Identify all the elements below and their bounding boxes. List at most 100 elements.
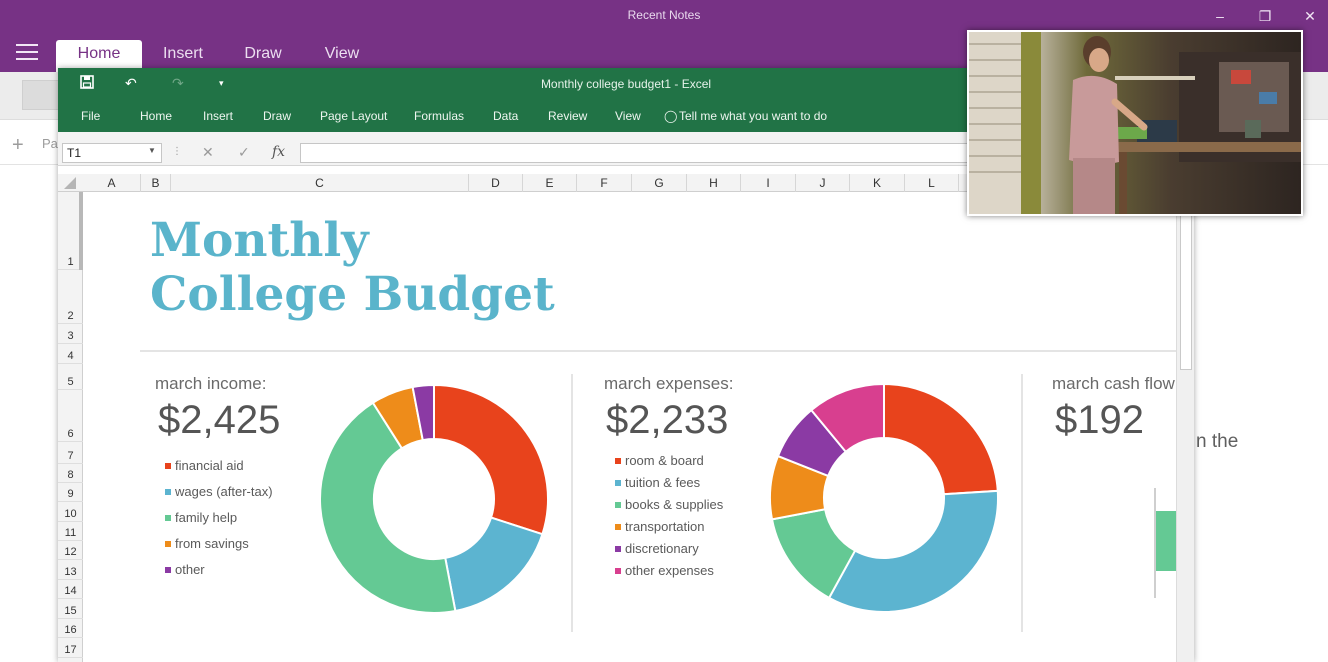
- row-header[interactable]: 16: [58, 619, 83, 638]
- column-header-e[interactable]: E: [523, 174, 577, 192]
- column-header-b[interactable]: B: [141, 174, 171, 192]
- column-header-a[interactable]: A: [83, 174, 141, 192]
- chevron-down-icon[interactable]: ▼: [148, 146, 156, 155]
- expenses-donut-chart[interactable]: [768, 382, 1000, 614]
- income-value: $2,425: [158, 398, 281, 442]
- menu-data[interactable]: Data: [493, 109, 518, 123]
- legend-swatch: [615, 501, 621, 508]
- scrollbar-thumb[interactable]: [1180, 192, 1192, 370]
- row-header[interactable]: 9: [58, 483, 83, 502]
- row-header[interactable]: 15: [58, 599, 83, 619]
- column-header-j[interactable]: J: [796, 174, 850, 192]
- menu-file[interactable]: File: [81, 109, 100, 123]
- legend-swatch: [615, 523, 621, 530]
- menu-insert[interactable]: Insert: [203, 109, 233, 123]
- row-header[interactable]: 17: [58, 638, 83, 658]
- insert-function-icon[interactable]: fx: [272, 144, 285, 160]
- tell-me-box[interactable]: Tell me what you want to do: [679, 109, 827, 123]
- column-header-d[interactable]: D: [469, 174, 523, 192]
- menu-home[interactable]: Home: [140, 109, 172, 123]
- onenote-window-title: Recent Notes: [627, 8, 701, 22]
- sheet-title-line2: College Budget: [150, 267, 555, 322]
- minimize-icon[interactable]: –: [1205, 6, 1235, 26]
- column-header-l[interactable]: L: [905, 174, 959, 192]
- column-header-f[interactable]: F: [577, 174, 632, 192]
- expenses-legend: room & board tuition & fees books & supp…: [615, 450, 723, 582]
- divider: [1021, 374, 1023, 632]
- legend-swatch: [615, 567, 621, 574]
- enter-check-icon[interactable]: ✓: [238, 144, 250, 161]
- cashflow-label: march cash flow: [1052, 374, 1175, 393]
- row-header[interactable]: 11: [58, 522, 83, 541]
- income-slice-wages-after-tax-[interactable]: [444, 516, 544, 613]
- row-header[interactable]: 8: [58, 464, 83, 483]
- cashflow-value: $192: [1055, 398, 1144, 442]
- income-legend: financial aid wages (after-tax) family h…: [165, 453, 273, 583]
- legend-swatch: [165, 540, 171, 547]
- row-header[interactable]: 6: [58, 390, 83, 442]
- vertical-scrollbar[interactable]: [1176, 192, 1194, 662]
- column-header-g[interactable]: G: [632, 174, 687, 192]
- toolbar-button[interactable]: [22, 80, 62, 110]
- row-header[interactable]: 3: [58, 324, 83, 344]
- legend-item: discretionary: [615, 538, 723, 560]
- sheet-title-line1: Monthly: [150, 213, 369, 268]
- column-header-c[interactable]: C: [171, 174, 469, 192]
- close-icon[interactable]: ✕: [1295, 6, 1325, 26]
- row-header[interactable]: 13: [58, 560, 83, 580]
- more-icon: ⋮: [172, 146, 182, 157]
- onenote-titlebar: Recent Notes – ❐ ✕: [0, 0, 1328, 32]
- add-page-icon[interactable]: +: [12, 134, 24, 157]
- cashflow-bar: [1156, 511, 1178, 571]
- menu-draw[interactable]: Draw: [263, 109, 291, 123]
- divider: [571, 374, 573, 632]
- cancel-icon[interactable]: ✕: [202, 144, 214, 161]
- row-header[interactable]: 4: [58, 344, 83, 364]
- name-box[interactable]: T1: [62, 143, 162, 163]
- income-label: march income:: [155, 374, 267, 393]
- row-header[interactable]: 2: [58, 270, 83, 324]
- row-header[interactable]: 7: [58, 442, 83, 464]
- row-header[interactable]: 5: [58, 364, 83, 390]
- legend-item: tuition & fees: [615, 472, 723, 494]
- legend-swatch: [165, 514, 171, 521]
- row-header[interactable]: 14: [58, 580, 83, 599]
- legend-item: other expenses: [615, 560, 723, 582]
- column-header-h[interactable]: H: [687, 174, 741, 192]
- menu-formulas[interactable]: Formulas: [414, 109, 464, 123]
- expenses-slice-room-board[interactable]: [883, 382, 999, 496]
- menu-view[interactable]: View: [615, 109, 641, 123]
- legend-swatch: [165, 566, 171, 573]
- expenses-value: $2,233: [606, 398, 729, 442]
- legend-item: wages (after-tax): [165, 479, 273, 505]
- legend-item: financial aid: [165, 453, 273, 479]
- sheet-title[interactable]: Monthly College Budget: [150, 214, 555, 322]
- menu-page-layout[interactable]: Page Layout: [320, 109, 387, 123]
- row-header[interactable]: 10: [58, 502, 83, 522]
- legend-item: room & board: [615, 450, 723, 472]
- legend-item: from savings: [165, 531, 273, 557]
- expenses-label: march expenses:: [604, 374, 734, 393]
- legend-swatch: [165, 462, 171, 469]
- legend-item: other: [165, 557, 273, 583]
- legend-swatch: [615, 545, 621, 552]
- note-text-snippet: n the: [1196, 431, 1239, 452]
- row-header[interactable]: 12: [58, 541, 83, 560]
- video-thumbnail[interactable]: [967, 30, 1303, 216]
- legend-item: transportation: [615, 516, 723, 538]
- legend-item: family help: [165, 505, 273, 531]
- column-header-k[interactable]: K: [850, 174, 905, 192]
- add-page-label[interactable]: Pa: [42, 136, 58, 151]
- legend-item: books & supplies: [615, 494, 723, 516]
- legend-swatch: [615, 457, 621, 464]
- select-all-icon[interactable]: [64, 177, 76, 189]
- hamburger-menu-icon[interactable]: [16, 44, 38, 60]
- selected-row-indicator: [79, 192, 83, 270]
- menu-review[interactable]: Review: [548, 109, 587, 123]
- income-donut-chart[interactable]: [318, 383, 550, 615]
- restore-icon[interactable]: ❐: [1250, 6, 1280, 26]
- lightbulb-icon: ◯: [664, 109, 678, 123]
- column-header-i[interactable]: I: [741, 174, 796, 192]
- divider: [140, 350, 1176, 352]
- income-slice-financial-aid[interactable]: [433, 383, 549, 536]
